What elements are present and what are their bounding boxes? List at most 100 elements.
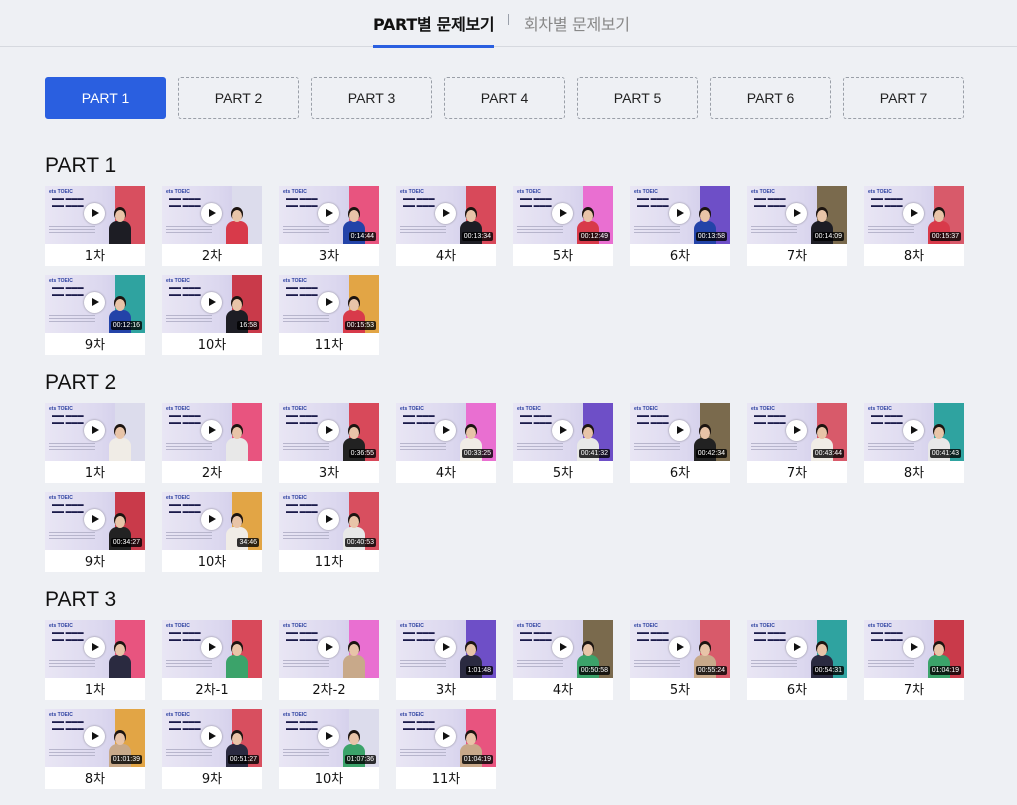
play-icon[interactable] bbox=[435, 420, 456, 441]
video-card[interactable]: ets TOEIC ▬▬ ▬▬▬ ▬▬ ▬▬▬ 00:14:09 7차 bbox=[747, 186, 847, 266]
video-card[interactable]: ets TOEIC ▬▬ ▬▬▬ ▬▬ ▬▬▬ 00:12:16 9차 bbox=[45, 275, 145, 355]
video-thumbnail[interactable]: ets TOEIC ▬▬ ▬▬▬ ▬▬ ▬▬▬ 00:13:34 bbox=[396, 186, 496, 244]
video-thumbnail[interactable]: ets TOEIC ▬▬ ▬▬▬ ▬▬ ▬▬▬ 16:58 bbox=[162, 275, 262, 333]
video-thumbnail[interactable]: ets TOEIC ▬▬ ▬▬▬ ▬▬ ▬▬▬ 00:54:31 bbox=[747, 620, 847, 678]
video-card[interactable]: ets TOEIC ▬▬ ▬▬▬ ▬▬ ▬▬▬ 00:33:25 4차 bbox=[396, 403, 496, 483]
play-icon[interactable] bbox=[786, 203, 807, 224]
video-thumbnail[interactable]: ets TOEIC ▬▬ ▬▬▬ ▬▬ ▬▬▬ bbox=[162, 620, 262, 678]
video-thumbnail[interactable]: ets TOEIC ▬▬ ▬▬▬ ▬▬ ▬▬▬ bbox=[45, 403, 145, 461]
play-icon[interactable] bbox=[201, 509, 222, 530]
video-card[interactable]: ets TOEIC ▬▬ ▬▬▬ ▬▬ ▬▬▬ 00:12:49 5차 bbox=[513, 186, 613, 266]
video-thumbnail[interactable]: ets TOEIC ▬▬ ▬▬▬ ▬▬ ▬▬▬ 0:14:44 bbox=[279, 186, 379, 244]
video-thumbnail[interactable]: ets TOEIC ▬▬ ▬▬▬ ▬▬ ▬▬▬ 1:01:48 bbox=[396, 620, 496, 678]
play-icon[interactable] bbox=[903, 203, 924, 224]
play-icon[interactable] bbox=[84, 726, 105, 747]
part-button-6[interactable]: PART 6 bbox=[710, 77, 831, 119]
video-card[interactable]: ets TOEIC ▬▬ ▬▬▬ ▬▬ ▬▬▬ 00:13:34 4차 bbox=[396, 186, 496, 266]
video-thumbnail[interactable]: ets TOEIC ▬▬ ▬▬▬ ▬▬ ▬▬▬ 00:41:32 bbox=[513, 403, 613, 461]
play-icon[interactable] bbox=[552, 203, 573, 224]
video-card[interactable]: ets TOEIC ▬▬ ▬▬▬ ▬▬ ▬▬▬ 16:58 10차 bbox=[162, 275, 262, 355]
play-icon[interactable] bbox=[318, 726, 339, 747]
play-icon[interactable] bbox=[318, 637, 339, 658]
video-thumbnail[interactable]: ets TOEIC ▬▬ ▬▬▬ ▬▬ ▬▬▬ 01:04:19 bbox=[864, 620, 964, 678]
video-thumbnail[interactable]: ets TOEIC ▬▬ ▬▬▬ ▬▬ ▬▬▬ 00:15:53 bbox=[279, 275, 379, 333]
play-icon[interactable] bbox=[201, 726, 222, 747]
play-icon[interactable] bbox=[318, 292, 339, 313]
video-card[interactable]: ets TOEIC ▬▬ ▬▬▬ ▬▬ ▬▬▬ 2차 bbox=[162, 186, 262, 266]
video-card[interactable]: ets TOEIC ▬▬ ▬▬▬ ▬▬ ▬▬▬ 2차-1 bbox=[162, 620, 262, 700]
part-button-5[interactable]: PART 5 bbox=[577, 77, 698, 119]
video-thumbnail[interactable]: ets TOEIC ▬▬ ▬▬▬ ▬▬ ▬▬▬ bbox=[279, 620, 379, 678]
video-thumbnail[interactable]: ets TOEIC ▬▬ ▬▬▬ ▬▬ ▬▬▬ 01:04:19 bbox=[396, 709, 496, 767]
video-thumbnail[interactable]: ets TOEIC ▬▬ ▬▬▬ ▬▬ ▬▬▬ bbox=[45, 186, 145, 244]
video-card[interactable]: ets TOEIC ▬▬ ▬▬▬ ▬▬ ▬▬▬ 00:15:37 8차 bbox=[864, 186, 964, 266]
video-card[interactable]: ets TOEIC ▬▬ ▬▬▬ ▬▬ ▬▬▬ 00:55:24 5차 bbox=[630, 620, 730, 700]
play-icon[interactable] bbox=[201, 637, 222, 658]
video-thumbnail[interactable]: ets TOEIC ▬▬ ▬▬▬ ▬▬ ▬▬▬ 00:41:43 bbox=[864, 403, 964, 461]
video-card[interactable]: ets TOEIC ▬▬ ▬▬▬ ▬▬ ▬▬▬ 00:41:43 8차 bbox=[864, 403, 964, 483]
video-thumbnail[interactable]: ets TOEIC ▬▬ ▬▬▬ ▬▬ ▬▬▬ 34:46 bbox=[162, 492, 262, 550]
play-icon[interactable] bbox=[201, 420, 222, 441]
video-thumbnail[interactable]: ets TOEIC ▬▬ ▬▬▬ ▬▬ ▬▬▬ 00:12:49 bbox=[513, 186, 613, 244]
play-icon[interactable] bbox=[552, 637, 573, 658]
video-thumbnail[interactable]: ets TOEIC ▬▬ ▬▬▬ ▬▬ ▬▬▬ 00:13:58 bbox=[630, 186, 730, 244]
part-button-4[interactable]: PART 4 bbox=[444, 77, 565, 119]
video-card[interactable]: ets TOEIC ▬▬ ▬▬▬ ▬▬ ▬▬▬ 00:40:53 11차 bbox=[279, 492, 379, 572]
tab-by-round[interactable]: 회차별 문제보기 bbox=[524, 11, 630, 47]
video-thumbnail[interactable]: ets TOEIC ▬▬ ▬▬▬ ▬▬ ▬▬▬ 00:14:09 bbox=[747, 186, 847, 244]
video-card[interactable]: ets TOEIC ▬▬ ▬▬▬ ▬▬ ▬▬▬ 01:04:19 11차 bbox=[396, 709, 496, 789]
video-thumbnail[interactable]: ets TOEIC ▬▬ ▬▬▬ ▬▬ ▬▬▬ 01:01:39 bbox=[45, 709, 145, 767]
video-thumbnail[interactable]: ets TOEIC ▬▬ ▬▬▬ ▬▬ ▬▬▬ 00:50:58 bbox=[513, 620, 613, 678]
play-icon[interactable] bbox=[201, 292, 222, 313]
video-card[interactable]: ets TOEIC ▬▬ ▬▬▬ ▬▬ ▬▬▬ 00:41:32 5차 bbox=[513, 403, 613, 483]
video-card[interactable]: ets TOEIC ▬▬ ▬▬▬ ▬▬ ▬▬▬ 01:07:36 10차 bbox=[279, 709, 379, 789]
video-thumbnail[interactable]: ets TOEIC ▬▬ ▬▬▬ ▬▬ ▬▬▬ 00:12:16 bbox=[45, 275, 145, 333]
play-icon[interactable] bbox=[84, 203, 105, 224]
video-card[interactable]: ets TOEIC ▬▬ ▬▬▬ ▬▬ ▬▬▬ 00:54:31 6차 bbox=[747, 620, 847, 700]
play-icon[interactable] bbox=[903, 637, 924, 658]
video-card[interactable]: ets TOEIC ▬▬ ▬▬▬ ▬▬ ▬▬▬ 00:51:27 9차 bbox=[162, 709, 262, 789]
video-card[interactable]: ets TOEIC ▬▬ ▬▬▬ ▬▬ ▬▬▬ 00:42:34 6차 bbox=[630, 403, 730, 483]
play-icon[interactable] bbox=[669, 203, 690, 224]
play-icon[interactable] bbox=[435, 726, 456, 747]
video-card[interactable]: ets TOEIC ▬▬ ▬▬▬ ▬▬ ▬▬▬ 1차 bbox=[45, 620, 145, 700]
video-thumbnail[interactable]: ets TOEIC ▬▬ ▬▬▬ ▬▬ ▬▬▬ 01:07:36 bbox=[279, 709, 379, 767]
video-thumbnail[interactable]: ets TOEIC ▬▬ ▬▬▬ ▬▬ ▬▬▬ 00:15:37 bbox=[864, 186, 964, 244]
play-icon[interactable] bbox=[201, 203, 222, 224]
video-thumbnail[interactable]: ets TOEIC ▬▬ ▬▬▬ ▬▬ ▬▬▬ 00:40:53 bbox=[279, 492, 379, 550]
video-thumbnail[interactable]: ets TOEIC ▬▬ ▬▬▬ ▬▬ ▬▬▬ 00:33:25 bbox=[396, 403, 496, 461]
video-card[interactable]: ets TOEIC ▬▬ ▬▬▬ ▬▬ ▬▬▬ 00:15:53 11차 bbox=[279, 275, 379, 355]
video-card[interactable]: ets TOEIC ▬▬ ▬▬▬ ▬▬ ▬▬▬ 01:04:19 7차 bbox=[864, 620, 964, 700]
play-icon[interactable] bbox=[669, 637, 690, 658]
video-thumbnail[interactable]: ets TOEIC ▬▬ ▬▬▬ ▬▬ ▬▬▬ bbox=[162, 403, 262, 461]
video-thumbnail[interactable]: ets TOEIC ▬▬ ▬▬▬ ▬▬ ▬▬▬ 00:55:24 bbox=[630, 620, 730, 678]
play-icon[interactable] bbox=[669, 420, 690, 441]
video-card[interactable]: ets TOEIC ▬▬ ▬▬▬ ▬▬ ▬▬▬ 1:01:48 3차 bbox=[396, 620, 496, 700]
play-icon[interactable] bbox=[786, 637, 807, 658]
video-card[interactable]: ets TOEIC ▬▬ ▬▬▬ ▬▬ ▬▬▬ 1차 bbox=[45, 403, 145, 483]
play-icon[interactable] bbox=[84, 637, 105, 658]
video-card[interactable]: ets TOEIC ▬▬ ▬▬▬ ▬▬ ▬▬▬ 0:36:55 3차 bbox=[279, 403, 379, 483]
part-button-3[interactable]: PART 3 bbox=[311, 77, 432, 119]
play-icon[interactable] bbox=[84, 292, 105, 313]
play-icon[interactable] bbox=[318, 420, 339, 441]
tab-by-part[interactable]: PART별 문제보기 bbox=[373, 11, 495, 48]
video-thumbnail[interactable]: ets TOEIC ▬▬ ▬▬▬ ▬▬ ▬▬▬ 00:42:34 bbox=[630, 403, 730, 461]
video-card[interactable]: ets TOEIC ▬▬ ▬▬▬ ▬▬ ▬▬▬ 2차-2 bbox=[279, 620, 379, 700]
video-card[interactable]: ets TOEIC ▬▬ ▬▬▬ ▬▬ ▬▬▬ 00:13:58 6차 bbox=[630, 186, 730, 266]
video-thumbnail[interactable]: ets TOEIC ▬▬ ▬▬▬ ▬▬ ▬▬▬ 00:34:27 bbox=[45, 492, 145, 550]
play-icon[interactable] bbox=[786, 420, 807, 441]
play-icon[interactable] bbox=[318, 509, 339, 530]
video-thumbnail[interactable]: ets TOEIC ▬▬ ▬▬▬ ▬▬ ▬▬▬ 0:36:55 bbox=[279, 403, 379, 461]
video-card[interactable]: ets TOEIC ▬▬ ▬▬▬ ▬▬ ▬▬▬ 0:14:44 3차 bbox=[279, 186, 379, 266]
video-card[interactable]: ets TOEIC ▬▬ ▬▬▬ ▬▬ ▬▬▬ 34:46 10차 bbox=[162, 492, 262, 572]
part-button-1[interactable]: PART 1 bbox=[45, 77, 166, 119]
video-card[interactable]: ets TOEIC ▬▬ ▬▬▬ ▬▬ ▬▬▬ 00:50:58 4차 bbox=[513, 620, 613, 700]
video-thumbnail[interactable]: ets TOEIC ▬▬ ▬▬▬ ▬▬ ▬▬▬ bbox=[45, 620, 145, 678]
part-button-7[interactable]: PART 7 bbox=[843, 77, 964, 119]
part-button-2[interactable]: PART 2 bbox=[178, 77, 299, 119]
video-card[interactable]: ets TOEIC ▬▬ ▬▬▬ ▬▬ ▬▬▬ 2차 bbox=[162, 403, 262, 483]
play-icon[interactable] bbox=[84, 420, 105, 441]
video-card[interactable]: ets TOEIC ▬▬ ▬▬▬ ▬▬ ▬▬▬ 01:01:39 8차 bbox=[45, 709, 145, 789]
play-icon[interactable] bbox=[903, 420, 924, 441]
